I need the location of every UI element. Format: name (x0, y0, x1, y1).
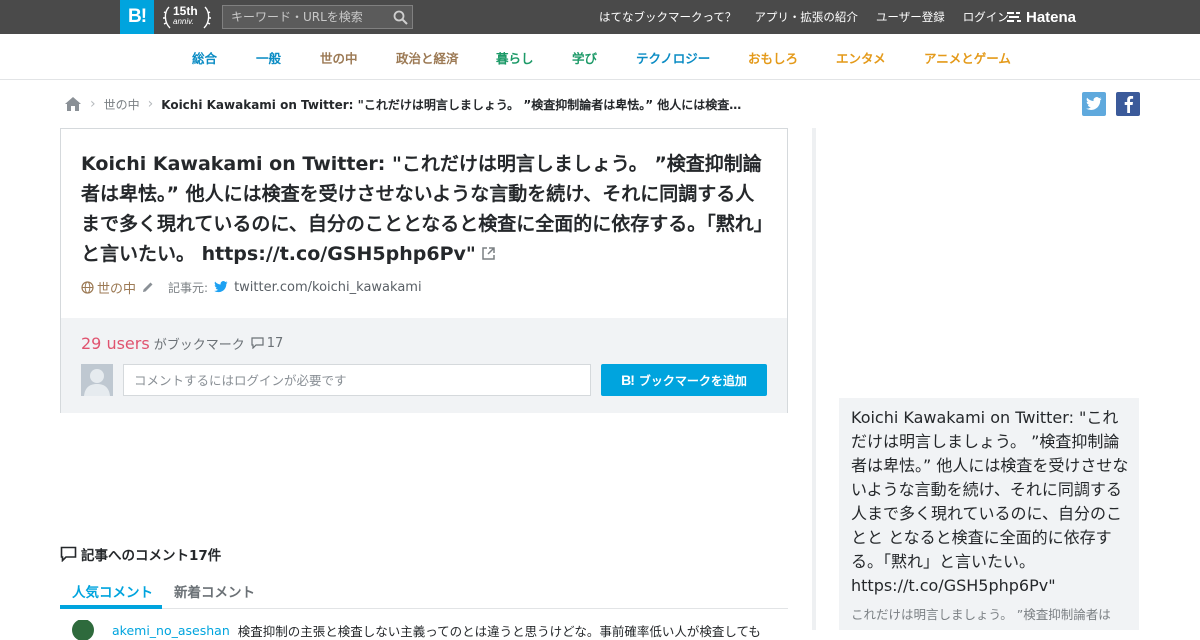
source-domain-link[interactable]: twitter.com/koichi_kawakami (234, 280, 422, 295)
tab-new-comments[interactable]: 新着コメント (174, 581, 255, 601)
comments-heading: 記事へのコメント17件 (60, 544, 221, 564)
hatena-bookmark-logo[interactable]: B! (120, 0, 154, 34)
anniversary-badge: 15th anniv. (161, 4, 213, 30)
globe-icon (81, 280, 94, 294)
pencil-icon[interactable] (142, 281, 154, 293)
about-link[interactable]: はてなブックマークって？ (599, 9, 736, 25)
category-fun[interactable]: おもしろ (748, 48, 798, 67)
external-link-icon[interactable] (481, 246, 496, 261)
entry-category-label[interactable]: 世の中 (97, 278, 136, 297)
chevron-right-icon: › (90, 96, 96, 112)
comment-text: 検査抑制の主張と検査しない主義ってのとは違うと思うけどな。事前確率低い人が検査し… (237, 623, 761, 639)
breadcrumb: › 世の中 › Koichi Kawakami on Twitter: "これだ… (64, 92, 746, 116)
search-icon[interactable] (388, 6, 412, 28)
bookmark-stats: 29 users がブックマーク 17 (81, 334, 283, 353)
entry-box: Koichi Kawakami on Twitter: "これだけは明言しましょ… (60, 128, 788, 413)
bookmark-area: 29 users がブックマーク 17 B! ブックマークを追加 (61, 318, 787, 413)
preview-snippet: これだけは明言しましょう。 ”検査抑制論者は (851, 607, 1111, 622)
twitter-share-button[interactable] (1082, 92, 1106, 116)
users-label: がブックマーク (153, 338, 245, 353)
anniversary-text: anniv. (173, 17, 194, 26)
hatena-mark-icon (1007, 12, 1021, 22)
category-game[interactable]: アニメとゲーム (924, 48, 1011, 67)
comment-tabs: 人気コメント 新着コメント (60, 574, 788, 609)
breadcrumb-category[interactable]: 世の中 (104, 96, 140, 113)
top-bar: B! 15th anniv. はてなブックマークって？ アプリ・拡張の紹介 ユー… (0, 0, 1200, 34)
preview-title[interactable]: Koichi Kawakami on Twitter: "これだけは明言しましょ… (851, 406, 1131, 598)
entry-meta: 世の中 記事元: twitter.com/koichi_kawakami (81, 277, 422, 297)
tab-popular-comments[interactable]: 人気コメント (72, 581, 153, 601)
breadcrumb-current: Koichi Kawakami on Twitter: "これだけは明言しましょ… (161, 97, 746, 112)
entry-title-text[interactable]: Koichi Kawakami on Twitter: "これだけは明言しましょ… (81, 153, 763, 265)
avatar (81, 364, 113, 396)
comments-heading-text: 記事へのコメント17件 (81, 548, 222, 564)
add-bookmark-label: ブックマークを追加 (638, 373, 747, 388)
category-general[interactable]: 総合 (192, 48, 217, 67)
comment-input[interactable] (123, 364, 591, 396)
facebook-icon (1124, 96, 1134, 113)
hatena-logo-text: Hatena (1026, 8, 1077, 26)
default-user-icon (84, 369, 110, 396)
bookmark-b-icon: B! (621, 372, 635, 388)
category-knowledge[interactable]: 学び (572, 48, 597, 67)
category-social[interactable]: 世の中 (320, 48, 358, 67)
facebook-share-button[interactable] (1116, 92, 1140, 116)
category-ippan[interactable]: 一般 (256, 48, 281, 67)
login-link[interactable]: ログイン (963, 9, 1009, 25)
add-bookmark-button[interactable]: B! ブックマークを追加 (601, 364, 767, 396)
comment-icon (251, 337, 264, 349)
entry-title[interactable]: Koichi Kawakami on Twitter: "これだけは明言しましょ… (81, 149, 771, 269)
comment-count-value: 17 (266, 335, 284, 351)
column-divider (812, 128, 816, 630)
source-label: 記事元: (168, 280, 209, 295)
home-icon[interactable] (64, 95, 82, 113)
entry-category[interactable]: 世の中 (81, 278, 136, 297)
category-it[interactable]: テクノロジー (636, 48, 710, 67)
category-entertainment[interactable]: エンタメ (836, 48, 886, 67)
category-economics[interactable]: 政治と経済 (396, 48, 459, 67)
comment-row: akemi_no_aseshan 検査抑制の主張と検査しない主義ってのとは違うと… (72, 620, 788, 640)
twitter-icon (1086, 97, 1102, 111)
active-tab-indicator (60, 605, 162, 609)
anniversary-number: 15th (173, 4, 198, 18)
comment-count[interactable]: 17 (251, 335, 284, 351)
twitter-icon (214, 281, 228, 293)
top-links: はてなブックマークって？ アプリ・拡張の紹介 ユーザー登録 ログイン (590, 0, 1018, 34)
register-link[interactable]: ユーザー登録 (876, 9, 945, 25)
hatena-logo[interactable]: Hatena (1006, 0, 1076, 34)
category-life[interactable]: 暮らし (496, 48, 534, 67)
search-box (222, 5, 413, 29)
comment-icon (60, 546, 77, 562)
search-input[interactable] (223, 6, 388, 28)
apps-link[interactable]: アプリ・拡張の紹介 (754, 9, 858, 25)
commenter-name[interactable]: akemi_no_aseshan (112, 623, 230, 638)
category-nav: 総合 一般 世の中 政治と経済 暮らし 学び テクノロジー おもしろ エンタメ … (0, 34, 1200, 80)
users-count[interactable]: 29 users (81, 334, 150, 353)
commenter-avatar[interactable] (72, 620, 94, 640)
chevron-right-icon: › (147, 96, 154, 112)
entry-preview-card: Koichi Kawakami on Twitter: "これだけは明言しましょ… (839, 398, 1139, 630)
